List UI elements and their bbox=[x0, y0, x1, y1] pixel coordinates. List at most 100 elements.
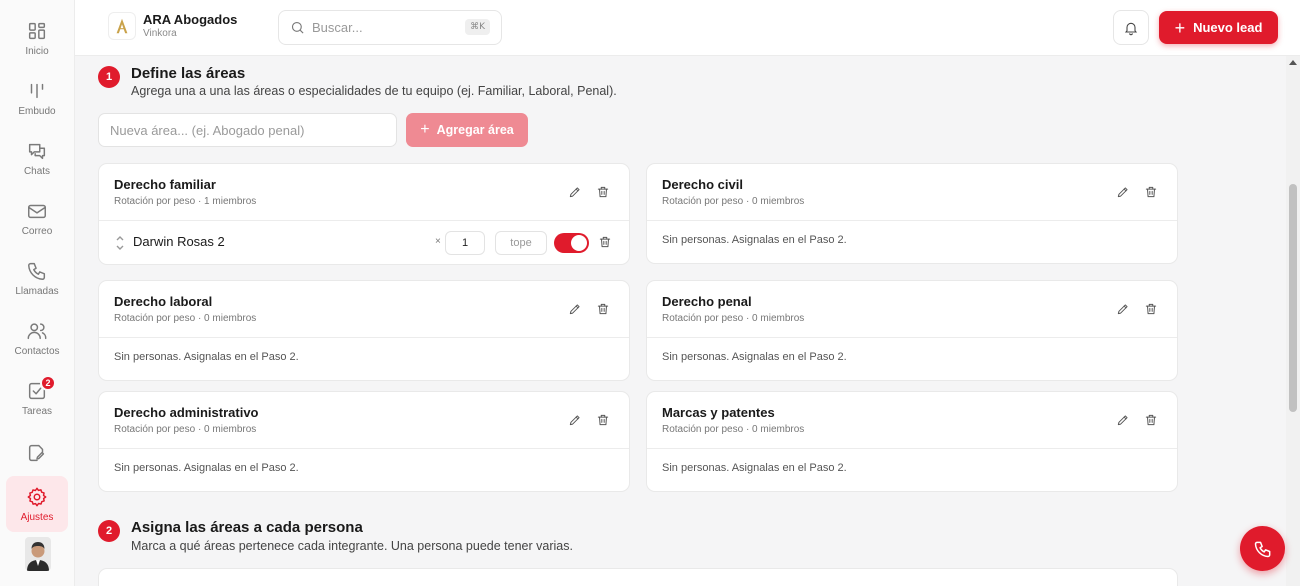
nav-label: Contactos bbox=[14, 345, 60, 357]
phone-icon bbox=[1254, 541, 1270, 557]
delete-area-button[interactable] bbox=[1142, 183, 1160, 201]
area-title: Derecho administrativo bbox=[114, 405, 259, 420]
empty-message: Sin personas. Asignalas en el Paso 2. bbox=[662, 462, 847, 474]
reorder-handle[interactable] bbox=[115, 233, 125, 253]
area-title: Derecho penal bbox=[662, 294, 752, 309]
multiply-sign: × bbox=[435, 236, 441, 247]
pencil-icon bbox=[569, 187, 580, 198]
nav-label: Correo bbox=[21, 225, 53, 237]
nav-contactos[interactable]: Contactos bbox=[6, 310, 68, 366]
area-card: Derecho familiar Rotación por peso · 1 m… bbox=[98, 163, 630, 265]
nav-label: Embudo bbox=[18, 105, 56, 117]
search-box[interactable]: ⌘K bbox=[278, 10, 502, 45]
trash-icon bbox=[597, 414, 609, 426]
main-content: 1 Define las áreas Agrega una a una las … bbox=[75, 56, 1286, 586]
brand[interactable]: ARA Abogados Vinkora bbox=[108, 12, 237, 40]
member-active-toggle[interactable] bbox=[554, 233, 589, 253]
delete-area-button[interactable] bbox=[1142, 411, 1160, 429]
edit-area-button[interactable] bbox=[1114, 300, 1132, 318]
trash-icon bbox=[1145, 303, 1157, 315]
delete-area-button[interactable] bbox=[1142, 300, 1160, 318]
trash-icon bbox=[599, 236, 611, 248]
sidebar: Inicio Embudo Chats Correo Llamadas Cont… bbox=[0, 0, 75, 586]
search-input[interactable] bbox=[312, 20, 452, 35]
step-title: Define las áreas bbox=[131, 65, 246, 82]
phone-icon bbox=[28, 262, 46, 280]
empty-message: Sin personas. Asignalas en el Paso 2. bbox=[114, 462, 299, 474]
nav-inicio[interactable]: Inicio bbox=[6, 10, 68, 66]
step-number: 2 bbox=[98, 520, 120, 542]
users-icon bbox=[27, 322, 47, 339]
remove-member-button[interactable] bbox=[596, 233, 614, 251]
step-number: 1 bbox=[98, 66, 120, 88]
nav-documents[interactable] bbox=[6, 425, 68, 481]
new-area-input[interactable] bbox=[98, 113, 397, 147]
edit-area-button[interactable] bbox=[1114, 411, 1132, 429]
call-fab-button[interactable] bbox=[1240, 526, 1285, 571]
add-area-button[interactable]: + Agregar área bbox=[406, 113, 528, 147]
add-area-label: Agregar área bbox=[436, 123, 514, 137]
delete-area-button[interactable] bbox=[594, 300, 612, 318]
delete-area-button[interactable] bbox=[594, 183, 612, 201]
area-title: Derecho familiar bbox=[114, 177, 216, 192]
pencil-icon bbox=[569, 304, 580, 315]
area-card: Marcas y patentes Rotación por peso · 0 … bbox=[646, 391, 1178, 492]
area-subtitle: Rotación por peso · 0 miembros bbox=[114, 424, 257, 435]
step-title: Asigna las áreas a cada persona bbox=[131, 519, 363, 536]
area-subtitle: Rotación por peso · 1 miembros bbox=[114, 196, 257, 207]
area-card: Derecho laboral Rotación por peso · 0 mi… bbox=[98, 280, 630, 381]
pencil-icon bbox=[1117, 304, 1128, 315]
edit-area-button[interactable] bbox=[566, 300, 584, 318]
notification-badge: 2 bbox=[40, 375, 56, 391]
scroll-thumb[interactable] bbox=[1289, 184, 1297, 412]
new-lead-button[interactable]: + Nuevo lead bbox=[1159, 11, 1278, 44]
nav-ajustes[interactable]: Ajustes bbox=[6, 476, 68, 532]
nav-llamadas[interactable]: Llamadas bbox=[6, 250, 68, 306]
nav-embudo[interactable]: Embudo bbox=[6, 70, 68, 126]
avatar[interactable] bbox=[25, 537, 51, 571]
trash-icon bbox=[1145, 186, 1157, 198]
edit-area-button[interactable] bbox=[1114, 183, 1132, 201]
scrollbar[interactable] bbox=[1286, 56, 1300, 586]
nav-tareas[interactable]: Tareas 2 bbox=[6, 370, 68, 426]
area-subtitle: Rotación por peso · 0 miembros bbox=[662, 196, 805, 207]
cap-input[interactable]: tope bbox=[495, 231, 547, 255]
chevron-up-down-icon bbox=[116, 236, 124, 250]
step-description: Marca a qué áreas pertenece cada integra… bbox=[131, 539, 573, 553]
nav-label: Inicio bbox=[25, 45, 49, 57]
empty-message: Sin personas. Asignalas en el Paso 2. bbox=[662, 234, 847, 246]
nav-label: Tareas bbox=[21, 405, 52, 417]
brand-logo bbox=[108, 12, 136, 40]
pencil-icon bbox=[1117, 187, 1128, 198]
member-row: Darwin Rosas 2 × 1 tope bbox=[99, 221, 629, 264]
nav-correo[interactable]: Correo bbox=[6, 190, 68, 246]
step-description: Agrega una a una las áreas o especialida… bbox=[131, 84, 617, 98]
area-title: Derecho laboral bbox=[114, 294, 213, 309]
plus-icon: + bbox=[420, 121, 430, 138]
area-title: Derecho civil bbox=[662, 177, 743, 192]
pencil-icon bbox=[1117, 415, 1128, 426]
pencil-icon bbox=[569, 415, 580, 426]
nav-chats[interactable]: Chats bbox=[6, 130, 68, 186]
empty-message: Sin personas. Asignalas en el Paso 2. bbox=[114, 351, 299, 363]
member-name: Darwin Rosas 2 bbox=[133, 234, 225, 249]
scroll-up-arrow[interactable] bbox=[1289, 60, 1297, 65]
notifications-button[interactable] bbox=[1113, 10, 1149, 45]
new-lead-label: Nuevo lead bbox=[1193, 20, 1263, 35]
assignment-panel bbox=[98, 568, 1178, 586]
chat-icon bbox=[28, 143, 46, 159]
weight-input[interactable]: 1 bbox=[445, 231, 485, 255]
search-shortcut: ⌘K bbox=[465, 19, 490, 35]
top-header: ARA Abogados Vinkora ⌘K + Nuevo lead bbox=[75, 0, 1300, 56]
nav-label: Ajustes bbox=[20, 511, 54, 523]
trash-icon bbox=[597, 186, 609, 198]
brand-subtitle: Vinkora bbox=[143, 28, 177, 39]
area-subtitle: Rotación por peso · 0 miembros bbox=[662, 424, 805, 435]
delete-area-button[interactable] bbox=[594, 411, 612, 429]
toggle-knob bbox=[571, 235, 587, 251]
area-title: Marcas y patentes bbox=[662, 405, 775, 420]
edit-area-button[interactable] bbox=[566, 411, 584, 429]
area-card: Derecho penal Rotación por peso · 0 miem… bbox=[646, 280, 1178, 381]
edit-area-button[interactable] bbox=[566, 183, 584, 201]
bell-icon bbox=[1124, 22, 1138, 35]
